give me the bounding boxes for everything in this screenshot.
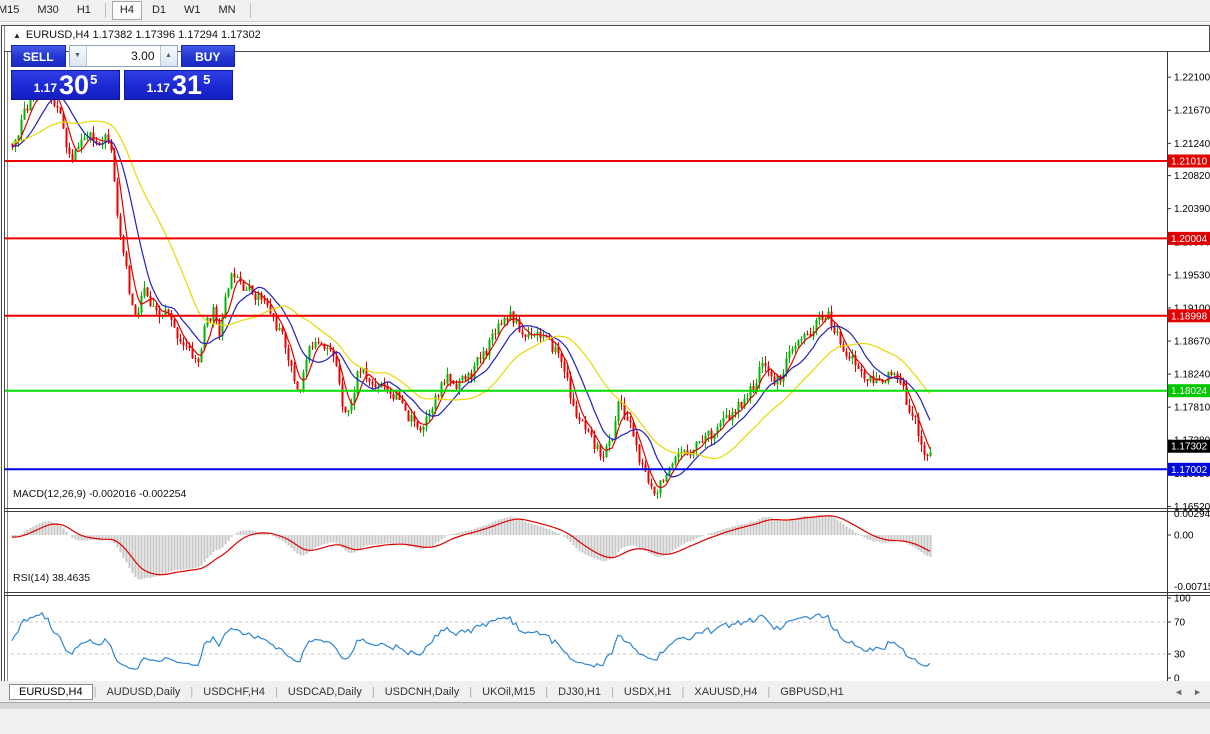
tab-scroll-buttons: ◄ ► xyxy=(1174,687,1202,697)
ask-price-small: 1.17 xyxy=(147,81,170,95)
tab-ukoil-m15[interactable]: UKOil,M15 xyxy=(473,684,544,700)
svg-text:1.18240: 1.18240 xyxy=(1174,370,1210,381)
svg-text:1.21240: 1.21240 xyxy=(1174,139,1210,150)
timeframe-h4[interactable]: H4 xyxy=(112,1,142,20)
svg-text:100: 100 xyxy=(1174,594,1191,605)
volume-spinner: ▼ 3.00 ▲ xyxy=(69,45,178,67)
svg-text:1.21010: 1.21010 xyxy=(1171,157,1208,168)
chart-tabbar: EURUSD,H4|AUDUSD,Daily|USDCHF,H4|USDCAD,… xyxy=(0,681,1210,702)
timeframe-m30[interactable]: M30 xyxy=(29,1,66,20)
volume-input[interactable]: 3.00 xyxy=(87,46,160,66)
bid-price-sup: 5 xyxy=(90,72,97,87)
svg-text:1.22100: 1.22100 xyxy=(1174,73,1210,84)
svg-text:0.00: 0.00 xyxy=(1174,531,1194,542)
one-click-trading-panel: SELL ▼ 3.00 ▲ BUY 1.17 30 5 1.17 31 5 xyxy=(11,45,235,100)
svg-text:1.18998: 1.18998 xyxy=(1171,311,1208,322)
svg-text:0.002947: 0.002947 xyxy=(1174,509,1210,520)
svg-text:1.21670: 1.21670 xyxy=(1174,106,1210,117)
tab-xauusd-h4[interactable]: XAUUSD,H4 xyxy=(685,684,766,700)
timeframe-toolbar: M15M30H1 H4D1W1MN xyxy=(0,0,1210,22)
volume-increase-icon[interactable]: ▲ xyxy=(160,46,177,66)
svg-text:1.20820: 1.20820 xyxy=(1174,171,1210,182)
svg-text:1.17002: 1.17002 xyxy=(1171,465,1208,476)
toolbar-separator xyxy=(250,3,251,18)
collapse-chart-icon[interactable]: ▲ xyxy=(13,31,21,40)
chart-tabs: EURUSD,H4|AUDUSD,Daily|USDCHF,H4|USDCAD,… xyxy=(0,684,853,700)
macd-label: MACD(12,26,9) -0.002016 -0.002254 xyxy=(13,488,186,500)
svg-text:1.18670: 1.18670 xyxy=(1174,337,1210,348)
timeframe-d1[interactable]: D1 xyxy=(144,1,174,20)
tab-dj30-h1[interactable]: DJ30,H1 xyxy=(549,684,610,700)
price-axis: 1.221001.216701.212401.208201.203901.199… xyxy=(1167,73,1210,685)
sell-button[interactable]: SELL xyxy=(11,45,66,67)
svg-text:1.18024: 1.18024 xyxy=(1171,386,1208,397)
tab-usdcad-daily[interactable]: USDCAD,Daily xyxy=(279,684,371,700)
tab-usdx-h1[interactable]: USDX,H1 xyxy=(615,684,681,700)
tab-usdcnh-daily[interactable]: USDCNH,Daily xyxy=(376,684,469,700)
volume-decrease-icon[interactable]: ▼ xyxy=(70,46,87,66)
ask-price[interactable]: 1.17 31 5 xyxy=(124,70,233,100)
svg-text:-0.007153: -0.007153 xyxy=(1174,582,1210,593)
svg-text:1.19530: 1.19530 xyxy=(1174,270,1210,281)
ask-price-big: 31 xyxy=(172,72,202,98)
bid-price[interactable]: 1.17 30 5 xyxy=(11,70,120,100)
tab-audusd-daily[interactable]: AUDUSD,Daily xyxy=(97,684,189,700)
order-row: SELL ▼ 3.00 ▲ BUY xyxy=(11,45,235,67)
bid-price-big: 30 xyxy=(59,72,89,98)
tab-scroll-right-icon[interactable]: ► xyxy=(1193,687,1202,697)
svg-text:30: 30 xyxy=(1174,650,1186,661)
tab-eurusd-h4[interactable]: EURUSD,H4 xyxy=(9,684,93,700)
timeframe-buttons: M15M30H1 H4D1W1MN xyxy=(0,0,1210,21)
svg-text:1.17810: 1.17810 xyxy=(1174,403,1210,414)
timeframe-h1[interactable]: H1 xyxy=(69,1,99,20)
chart-title-text: EURUSD,H4 1.17382 1.17396 1.17294 1.1730… xyxy=(26,29,261,41)
ask-price-sup: 5 xyxy=(203,72,210,87)
tab-scroll-left-icon[interactable]: ◄ xyxy=(1174,687,1183,697)
chart-title: ▲ EURUSD,H4 1.17382 1.17396 1.17294 1.173… xyxy=(13,29,261,41)
toolbar-separator xyxy=(105,3,106,18)
chart-frame xyxy=(5,52,1210,706)
tab-gbpusd-h1[interactable]: GBPUSD,H1 xyxy=(771,684,853,700)
svg-text:1.20004: 1.20004 xyxy=(1171,234,1208,245)
mt4-terminal: { "toolbar": { "timeframes": [ {"label":… xyxy=(0,0,1210,708)
bid-price-small: 1.17 xyxy=(34,81,57,95)
quote-row: 1.17 30 5 1.17 31 5 xyxy=(11,70,235,100)
buy-button[interactable]: BUY xyxy=(181,45,236,67)
svg-text:70: 70 xyxy=(1174,618,1186,629)
timeframe-w1[interactable]: W1 xyxy=(176,1,209,20)
timeframe-mn[interactable]: MN xyxy=(211,1,244,20)
chart-canvas[interactable]: 1.221001.216701.212401.208201.203901.199… xyxy=(2,26,1210,734)
rsi-label: RSI(14) 38.4635 xyxy=(13,572,90,584)
svg-text:1.17302: 1.17302 xyxy=(1171,442,1208,453)
tab-usdchf-h4[interactable]: USDCHF,H4 xyxy=(194,684,274,700)
svg-text:1.20390: 1.20390 xyxy=(1174,204,1210,215)
timeframe-m15[interactable]: M15 xyxy=(0,1,27,20)
chart-window: 1.221001.216701.212401.208201.203901.199… xyxy=(1,25,1210,682)
